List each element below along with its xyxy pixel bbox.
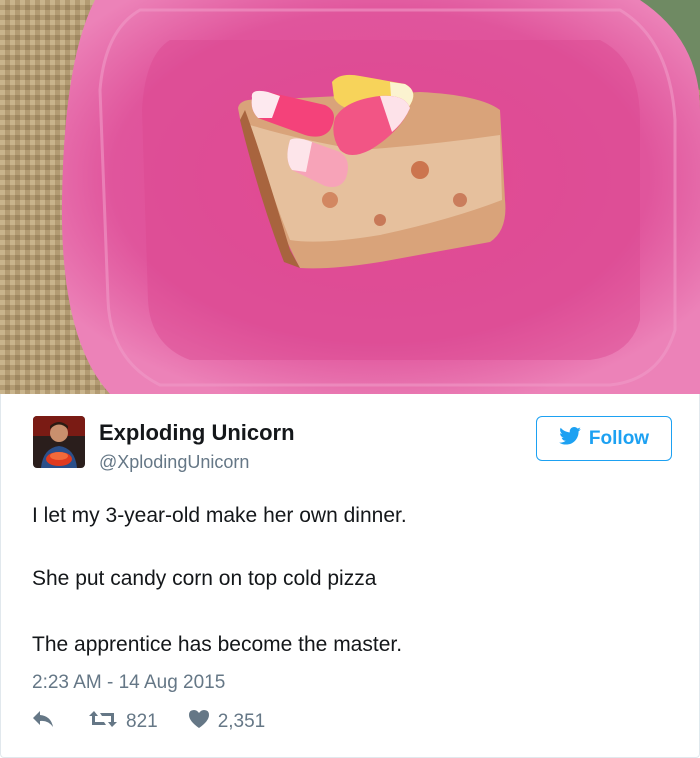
author-name[interactable]: Exploding Unicorn (99, 420, 295, 446)
avatar-image (33, 416, 85, 468)
follow-button[interactable]: Follow (536, 416, 672, 461)
retweet-icon (88, 709, 118, 735)
retweet-count: 821 (126, 711, 158, 732)
heart-icon (188, 709, 210, 735)
tweet-body: Exploding Unicorn @XplodingUnicorn Follo… (0, 394, 700, 758)
pizza-photo-image (0, 0, 700, 394)
reply-icon (32, 710, 54, 734)
tweet-text-line-2: She put candy corn on top cold pizza (32, 567, 377, 590)
twitter-bird-icon (559, 426, 581, 451)
tweet-photo[interactable] (0, 0, 700, 394)
reply-button[interactable] (32, 710, 54, 734)
tweet-embed-card: Exploding Unicorn @XplodingUnicorn Follo… (0, 0, 700, 758)
tweet-text-line-3: The apprentice has become the master. (32, 633, 403, 656)
tweet-actions: 821 2,351 (32, 709, 265, 735)
tweet-timestamp[interactable]: 2:23 AM - 14 Aug 2015 (32, 672, 225, 694)
follow-button-label: Follow (588, 427, 650, 449)
retweet-button[interactable]: 821 (88, 709, 158, 735)
author-handle[interactable]: @XplodingUnicorn (99, 452, 249, 473)
tweet-text-line-1: I let my 3-year-old make her own dinner. (32, 504, 407, 527)
avatar[interactable] (33, 416, 85, 468)
like-button[interactable]: 2,351 (188, 709, 266, 735)
like-count: 2,351 (217, 711, 266, 732)
